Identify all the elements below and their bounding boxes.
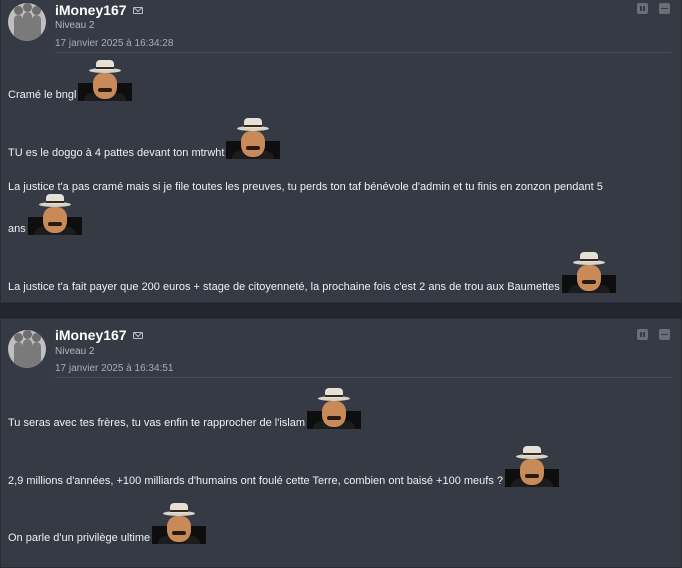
risitas-sticker-icon [152, 502, 207, 544]
message-line: TU es le doggo à 4 pattes devant ton mtr… [8, 117, 281, 159]
message-text: ans [8, 223, 26, 235]
user-avatar[interactable] [8, 3, 46, 41]
message-line: On parle d'un privilège ultime [8, 502, 207, 544]
risitas-sticker-icon [27, 193, 82, 235]
forum-post: iMoney167 Niveau 2 17 janvier 2025 à 16:… [0, 0, 682, 303]
avatar-silhouette-icon [32, 6, 41, 41]
avatar-silhouette-icon [23, 330, 32, 368]
mail-icon[interactable] [133, 7, 143, 14]
message-line: La justice t'a pas cramé mais si je file… [8, 181, 603, 193]
message-text: 2,9 millions d'années, +100 milliards d'… [8, 475, 504, 487]
message-text: Tu seras avec tes frères, tu vas enfin t… [8, 417, 305, 429]
avatar-silhouette-icon [32, 333, 41, 368]
avatar-silhouette-icon [14, 333, 23, 368]
minimize-icon[interactable] [659, 329, 670, 340]
message-text: On parle d'un privilège ultime [8, 532, 151, 544]
avatar-silhouette-icon [14, 6, 23, 41]
risitas-sticker-icon [226, 117, 281, 159]
header-divider [55, 377, 671, 378]
forum-post: iMoney167 Niveau 2 17 janvier 2025 à 16:… [0, 318, 682, 568]
header-divider [55, 52, 671, 53]
risitas-sticker-icon [561, 251, 616, 293]
username-link[interactable]: iMoney167 [55, 327, 127, 343]
post-date[interactable]: 17 janvier 2025 à 16:34:28 [55, 38, 173, 49]
user-level: Niveau 2 [55, 20, 95, 31]
message-line: Tu seras avec tes frères, tu vas enfin t… [8, 387, 361, 429]
risitas-sticker-icon [78, 59, 133, 101]
message-line: La justice t'a fait payer que 200 euros … [8, 251, 616, 293]
risitas-sticker-icon [505, 445, 560, 487]
risitas-sticker-icon [307, 387, 361, 429]
avatar-silhouette-icon [23, 3, 32, 41]
user-avatar[interactable] [8, 330, 46, 368]
message-text: La justice t'a pas cramé mais si je file… [8, 181, 603, 193]
message-text: Cramé le bngl [8, 89, 77, 101]
mail-icon[interactable] [133, 332, 143, 339]
message-line: ans [8, 193, 82, 235]
message-text: TU es le doggo à 4 pattes devant ton mtr… [8, 147, 225, 159]
quote-icon[interactable] [637, 3, 648, 14]
username-link[interactable]: iMoney167 [55, 2, 127, 18]
post-date[interactable]: 17 janvier 2025 à 16:34:51 [55, 363, 173, 374]
message-line: 2,9 millions d'années, +100 milliards d'… [8, 445, 560, 487]
quote-icon[interactable] [637, 329, 648, 340]
minimize-icon[interactable] [659, 3, 670, 14]
user-level: Niveau 2 [55, 346, 95, 357]
message-text: La justice t'a fait payer que 200 euros … [8, 281, 560, 293]
message-line: Cramé le bngl [8, 59, 133, 101]
